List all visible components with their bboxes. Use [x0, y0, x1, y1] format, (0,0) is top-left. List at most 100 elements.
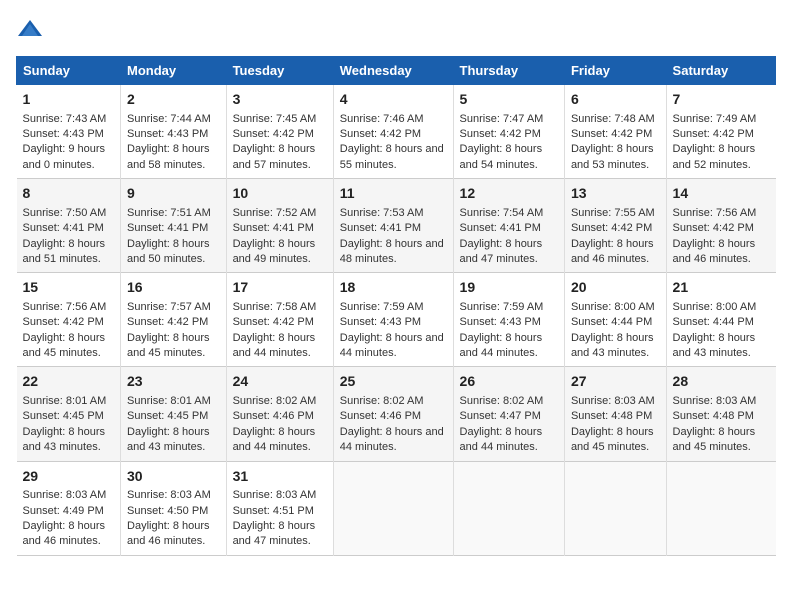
- day-number: 23: [127, 372, 220, 392]
- sunrise-text: Sunrise: 8:00 AM: [673, 301, 757, 313]
- sunrise-text: Sunrise: 7:56 AM: [673, 207, 757, 219]
- daylight-text: Daylight: 8 hours and 46 minutes.: [571, 238, 654, 265]
- calendar-cell: [333, 461, 453, 555]
- col-header-saturday: Saturday: [666, 57, 775, 85]
- calendar-cell: 7 Sunrise: 7:49 AM Sunset: 4:42 PM Dayli…: [666, 85, 775, 179]
- calendar-cell: 20 Sunrise: 8:00 AM Sunset: 4:44 PM Dayl…: [564, 273, 666, 367]
- sunset-text: Sunset: 4:46 PM: [233, 410, 314, 422]
- sunrise-text: Sunrise: 7:59 AM: [340, 301, 424, 313]
- week-row-5: 29 Sunrise: 8:03 AM Sunset: 4:49 PM Dayl…: [17, 461, 776, 555]
- col-header-tuesday: Tuesday: [226, 57, 333, 85]
- calendar-cell: 26 Sunrise: 8:02 AM Sunset: 4:47 PM Dayl…: [453, 367, 564, 461]
- day-number: 16: [127, 278, 220, 298]
- daylight-text: Daylight: 8 hours and 45 minutes.: [23, 332, 106, 359]
- day-number: 20: [571, 278, 660, 298]
- calendar-cell: 4 Sunrise: 7:46 AM Sunset: 4:42 PM Dayli…: [333, 85, 453, 179]
- week-row-2: 8 Sunrise: 7:50 AM Sunset: 4:41 PM Dayli…: [17, 179, 776, 273]
- daylight-text: Daylight: 8 hours and 49 minutes.: [233, 238, 316, 265]
- sunrise-text: Sunrise: 7:56 AM: [23, 301, 107, 313]
- day-number: 1: [23, 90, 115, 110]
- sunrise-text: Sunrise: 8:03 AM: [673, 395, 757, 407]
- sunrise-text: Sunrise: 8:02 AM: [460, 395, 544, 407]
- sunset-text: Sunset: 4:41 PM: [127, 222, 208, 234]
- calendar-cell: 5 Sunrise: 7:47 AM Sunset: 4:42 PM Dayli…: [453, 85, 564, 179]
- sunrise-text: Sunrise: 7:58 AM: [233, 301, 317, 313]
- daylight-text: Daylight: 8 hours and 57 minutes.: [233, 143, 316, 170]
- daylight-text: Daylight: 8 hours and 43 minutes.: [127, 426, 210, 453]
- calendar-cell: 29 Sunrise: 8:03 AM Sunset: 4:49 PM Dayl…: [17, 461, 121, 555]
- sunrise-text: Sunrise: 7:47 AM: [460, 113, 544, 125]
- sunset-text: Sunset: 4:49 PM: [23, 505, 104, 517]
- calendar-cell: 21 Sunrise: 8:00 AM Sunset: 4:44 PM Dayl…: [666, 273, 775, 367]
- sunset-text: Sunset: 4:47 PM: [460, 410, 541, 422]
- day-number: 18: [340, 278, 447, 298]
- sunrise-text: Sunrise: 7:51 AM: [127, 207, 211, 219]
- logo-icon: [16, 16, 44, 44]
- day-number: 22: [23, 372, 115, 392]
- calendar-header-row: SundayMondayTuesdayWednesdayThursdayFrid…: [17, 57, 776, 85]
- day-number: 30: [127, 467, 220, 487]
- daylight-text: Daylight: 8 hours and 46 minutes.: [127, 520, 210, 547]
- sunset-text: Sunset: 4:42 PM: [340, 128, 421, 140]
- daylight-text: Daylight: 8 hours and 48 minutes.: [340, 238, 444, 265]
- calendar-cell: 23 Sunrise: 8:01 AM Sunset: 4:45 PM Dayl…: [121, 367, 227, 461]
- day-number: 21: [673, 278, 770, 298]
- sunrise-text: Sunrise: 7:49 AM: [673, 113, 757, 125]
- day-number: 25: [340, 372, 447, 392]
- logo: [16, 16, 48, 44]
- sunrise-text: Sunrise: 8:03 AM: [127, 489, 211, 501]
- daylight-text: Daylight: 8 hours and 46 minutes.: [673, 238, 756, 265]
- sunset-text: Sunset: 4:41 PM: [340, 222, 421, 234]
- day-number: 7: [673, 90, 770, 110]
- day-number: 5: [460, 90, 558, 110]
- sunrise-text: Sunrise: 7:48 AM: [571, 113, 655, 125]
- sunrise-text: Sunrise: 7:55 AM: [571, 207, 655, 219]
- daylight-text: Daylight: 8 hours and 44 minutes.: [233, 426, 316, 453]
- calendar-cell: 28 Sunrise: 8:03 AM Sunset: 4:48 PM Dayl…: [666, 367, 775, 461]
- day-number: 26: [460, 372, 558, 392]
- calendar-cell: 1 Sunrise: 7:43 AM Sunset: 4:43 PM Dayli…: [17, 85, 121, 179]
- sunrise-text: Sunrise: 7:53 AM: [340, 207, 424, 219]
- calendar-cell: 16 Sunrise: 7:57 AM Sunset: 4:42 PM Dayl…: [121, 273, 227, 367]
- week-row-4: 22 Sunrise: 8:01 AM Sunset: 4:45 PM Dayl…: [17, 367, 776, 461]
- calendar-cell: [453, 461, 564, 555]
- sunrise-text: Sunrise: 7:44 AM: [127, 113, 211, 125]
- daylight-text: Daylight: 8 hours and 55 minutes.: [340, 143, 444, 170]
- week-row-1: 1 Sunrise: 7:43 AM Sunset: 4:43 PM Dayli…: [17, 85, 776, 179]
- calendar-cell: 3 Sunrise: 7:45 AM Sunset: 4:42 PM Dayli…: [226, 85, 333, 179]
- calendar-cell: 30 Sunrise: 8:03 AM Sunset: 4:50 PM Dayl…: [121, 461, 227, 555]
- sunrise-text: Sunrise: 7:45 AM: [233, 113, 317, 125]
- calendar-cell: 19 Sunrise: 7:59 AM Sunset: 4:43 PM Dayl…: [453, 273, 564, 367]
- calendar-cell: 9 Sunrise: 7:51 AM Sunset: 4:41 PM Dayli…: [121, 179, 227, 273]
- calendar-cell: 14 Sunrise: 7:56 AM Sunset: 4:42 PM Dayl…: [666, 179, 775, 273]
- daylight-text: Daylight: 8 hours and 54 minutes.: [460, 143, 543, 170]
- daylight-text: Daylight: 8 hours and 50 minutes.: [127, 238, 210, 265]
- sunset-text: Sunset: 4:42 PM: [571, 222, 652, 234]
- daylight-text: Daylight: 8 hours and 46 minutes.: [23, 520, 106, 547]
- sunset-text: Sunset: 4:42 PM: [23, 316, 104, 328]
- sunset-text: Sunset: 4:43 PM: [23, 128, 104, 140]
- day-number: 27: [571, 372, 660, 392]
- day-number: 29: [23, 467, 115, 487]
- calendar-cell: 13 Sunrise: 7:55 AM Sunset: 4:42 PM Dayl…: [564, 179, 666, 273]
- calendar-cell: 6 Sunrise: 7:48 AM Sunset: 4:42 PM Dayli…: [564, 85, 666, 179]
- day-number: 19: [460, 278, 558, 298]
- day-number: 13: [571, 184, 660, 204]
- daylight-text: Daylight: 8 hours and 53 minutes.: [571, 143, 654, 170]
- daylight-text: Daylight: 8 hours and 44 minutes.: [460, 332, 543, 359]
- calendar-cell: [564, 461, 666, 555]
- sunset-text: Sunset: 4:41 PM: [233, 222, 314, 234]
- daylight-text: Daylight: 8 hours and 51 minutes.: [23, 238, 106, 265]
- sunset-text: Sunset: 4:45 PM: [23, 410, 104, 422]
- calendar-cell: 8 Sunrise: 7:50 AM Sunset: 4:41 PM Dayli…: [17, 179, 121, 273]
- sunset-text: Sunset: 4:50 PM: [127, 505, 208, 517]
- col-header-friday: Friday: [564, 57, 666, 85]
- col-header-wednesday: Wednesday: [333, 57, 453, 85]
- sunrise-text: Sunrise: 7:54 AM: [460, 207, 544, 219]
- day-number: 6: [571, 90, 660, 110]
- day-number: 28: [673, 372, 770, 392]
- sunset-text: Sunset: 4:42 PM: [673, 222, 754, 234]
- day-number: 10: [233, 184, 327, 204]
- sunset-text: Sunset: 4:48 PM: [571, 410, 652, 422]
- daylight-text: Daylight: 8 hours and 45 minutes.: [127, 332, 210, 359]
